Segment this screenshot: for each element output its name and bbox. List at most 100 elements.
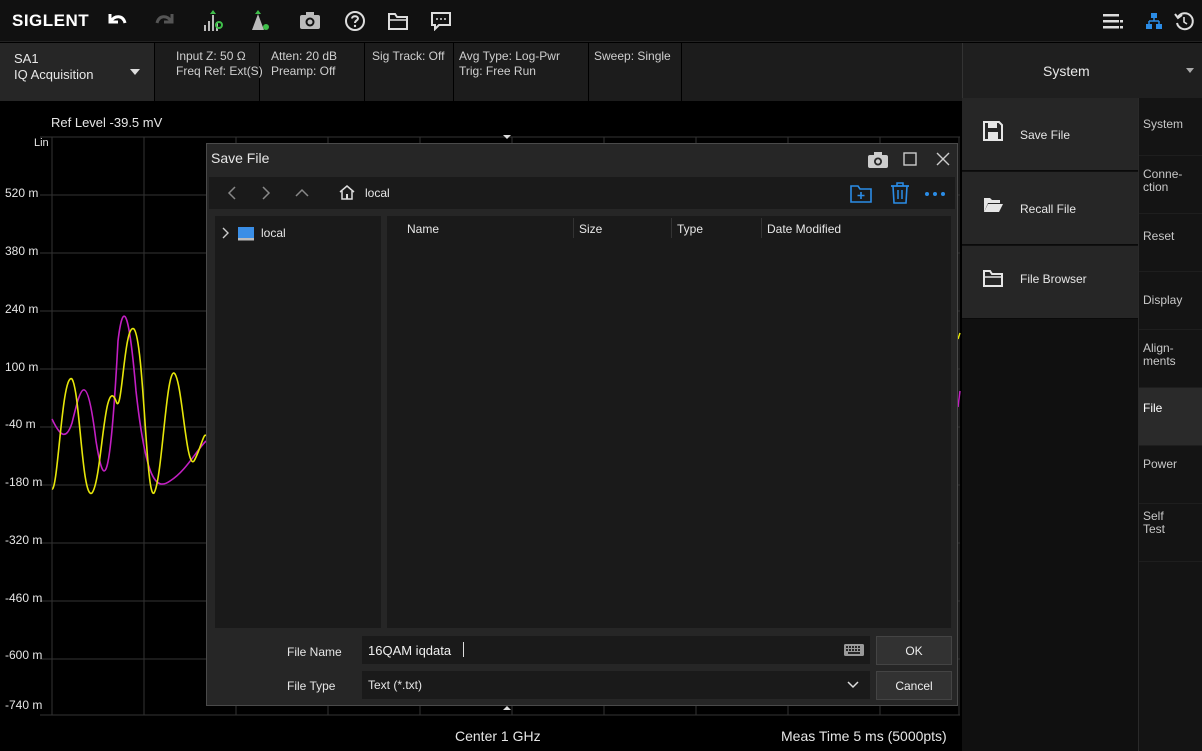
preamp: Preamp: Off [271,64,336,78]
input-settings[interactable]: Input Z: 50 Ω Freq Ref: Ext(S) [156,43,263,101]
chevron-up-icon [295,188,309,197]
tab-reset[interactable]: Reset [1139,214,1202,272]
sweep-mode: Sweep: Single [594,49,671,63]
y-axis-label: 100 m [5,360,39,374]
file-name-input[interactable] [362,636,870,664]
column-header-date-modified[interactable]: Date Modified [767,222,841,236]
caret-down-icon [1186,68,1194,73]
menu-tabs: System Conne- ction Reset Display Align-… [1138,98,1202,751]
undo-icon [108,14,127,24]
freq-ref: Freq Ref: Ext(S) [176,64,263,78]
file-name-label: File Name [287,645,342,659]
y-axis-label: 380 m [5,244,39,258]
path-bar: local [209,177,955,209]
back-button[interactable] [221,183,243,203]
network-button[interactable] [1137,5,1171,37]
refresh-button[interactable] [1167,5,1201,37]
softkey-label: File Browser [1020,272,1087,286]
peak-search-icon [204,10,223,31]
file-manager-button[interactable] [381,5,415,37]
help-icon [345,11,365,31]
peak-search-button[interactable] [196,5,230,37]
tab-power[interactable]: Power [1139,446,1202,504]
input-impedance: Input Z: 50 Ω [176,49,246,63]
column-separator [573,218,574,238]
delete-icon[interactable] [890,182,910,204]
chevron-left-icon [227,186,236,200]
sig-track: Sig Track: Off [372,49,445,63]
recall-icon [984,198,1003,212]
chevron-right-icon [222,227,229,239]
y-axis-label: -40 m [5,417,36,431]
dialog-titlebar-controls [837,144,957,174]
tab-system[interactable]: System [1139,98,1202,156]
caret-down-icon [130,69,140,75]
ok-button[interactable]: OK [876,636,952,665]
menu-title: System [1043,63,1090,79]
tab-display[interactable]: Display [1139,272,1202,330]
current-path[interactable]: local [365,186,390,200]
tab-label: Power [1143,457,1178,471]
forward-button[interactable] [255,183,277,203]
mode-selector[interactable]: SA1 IQ Acquisition [0,43,155,101]
column-header-name[interactable]: Name [407,222,439,236]
undo-button[interactable] [100,5,134,37]
screenshot-button[interactable] [293,5,327,37]
save-file-softkey[interactable]: Save File [962,98,1138,171]
softkey-label: Save File [1020,128,1071,142]
home-icon[interactable] [339,185,355,200]
tab-label: System [1143,117,1184,131]
menu-header[interactable]: System [962,43,1202,98]
file-type-value: Text (*.txt) [368,678,423,692]
tree-item-local[interactable]: local [221,224,286,242]
maximize-icon[interactable] [903,152,917,166]
ref-level-readout[interactable]: Ref Level -39.5 mV [51,115,162,130]
close-icon[interactable] [936,152,950,166]
recall-file-softkey[interactable]: Recall File [962,172,1138,245]
file-browser-softkey[interactable]: File Browser [962,246,1138,319]
network-icon [1146,13,1162,29]
atten-settings[interactable]: Atten: 20 dB Preamp: Off [261,43,365,101]
redo-button[interactable] [148,5,182,37]
more-options-icon[interactable] [924,191,946,197]
folder-icon [388,13,408,30]
refresh-icon [1174,12,1194,31]
redo-icon [155,14,174,24]
help-button[interactable] [338,5,372,37]
up-button[interactable] [291,183,313,203]
menu-list-button[interactable] [1096,5,1130,37]
chevron-right-icon [262,186,271,200]
keyboard-icon[interactable] [843,642,865,658]
y-axis-label: 520 m [5,186,39,200]
center-frequency[interactable]: Center 1 GHz [455,728,541,744]
tab-label: Display [1143,293,1183,307]
column-header-type[interactable]: Type [677,222,703,236]
tab-file[interactable]: File [1139,388,1202,446]
column-header-size[interactable]: Size [579,222,602,236]
camera-icon[interactable] [867,151,889,169]
tab-self-test[interactable]: Self Test [1139,504,1202,562]
trigger: Trig: Free Run [459,64,536,78]
scale-type: Lin [34,137,49,149]
dialog-title: Save File [211,150,270,166]
cancel-button[interactable]: Cancel [876,671,952,700]
file-list[interactable]: Name Size Type Date Modified [387,216,951,628]
avg-trig-settings[interactable]: Avg Type: Log-Pwr Trig: Free Run [455,43,589,101]
tab-label: Conne- ction [1143,167,1183,194]
file-type-select[interactable]: Text (*.txt) [362,671,870,699]
meas-time[interactable]: Meas Time 5 ms (5000pts) [781,728,947,744]
new-folder-icon[interactable] [850,184,872,203]
brand-logo: SIGLENT [12,11,90,30]
menu-list-icon [1103,14,1123,29]
chevron-down-icon [847,681,859,689]
marker-button[interactable] [243,5,277,37]
sweep-settings[interactable]: Sweep: Single [590,43,682,101]
y-axis-label: -600 m [5,648,43,662]
top-toolbar: SIGLENT [0,0,1202,42]
tab-alignments[interactable]: Align- ments [1139,330,1202,388]
tab-label: File [1143,401,1163,415]
sig-track-settings[interactable]: Sig Track: Off [366,43,454,101]
tab-connection[interactable]: Conne- ction [1139,156,1202,214]
message-button[interactable] [424,5,458,37]
y-axis-label: 240 m [5,302,39,316]
